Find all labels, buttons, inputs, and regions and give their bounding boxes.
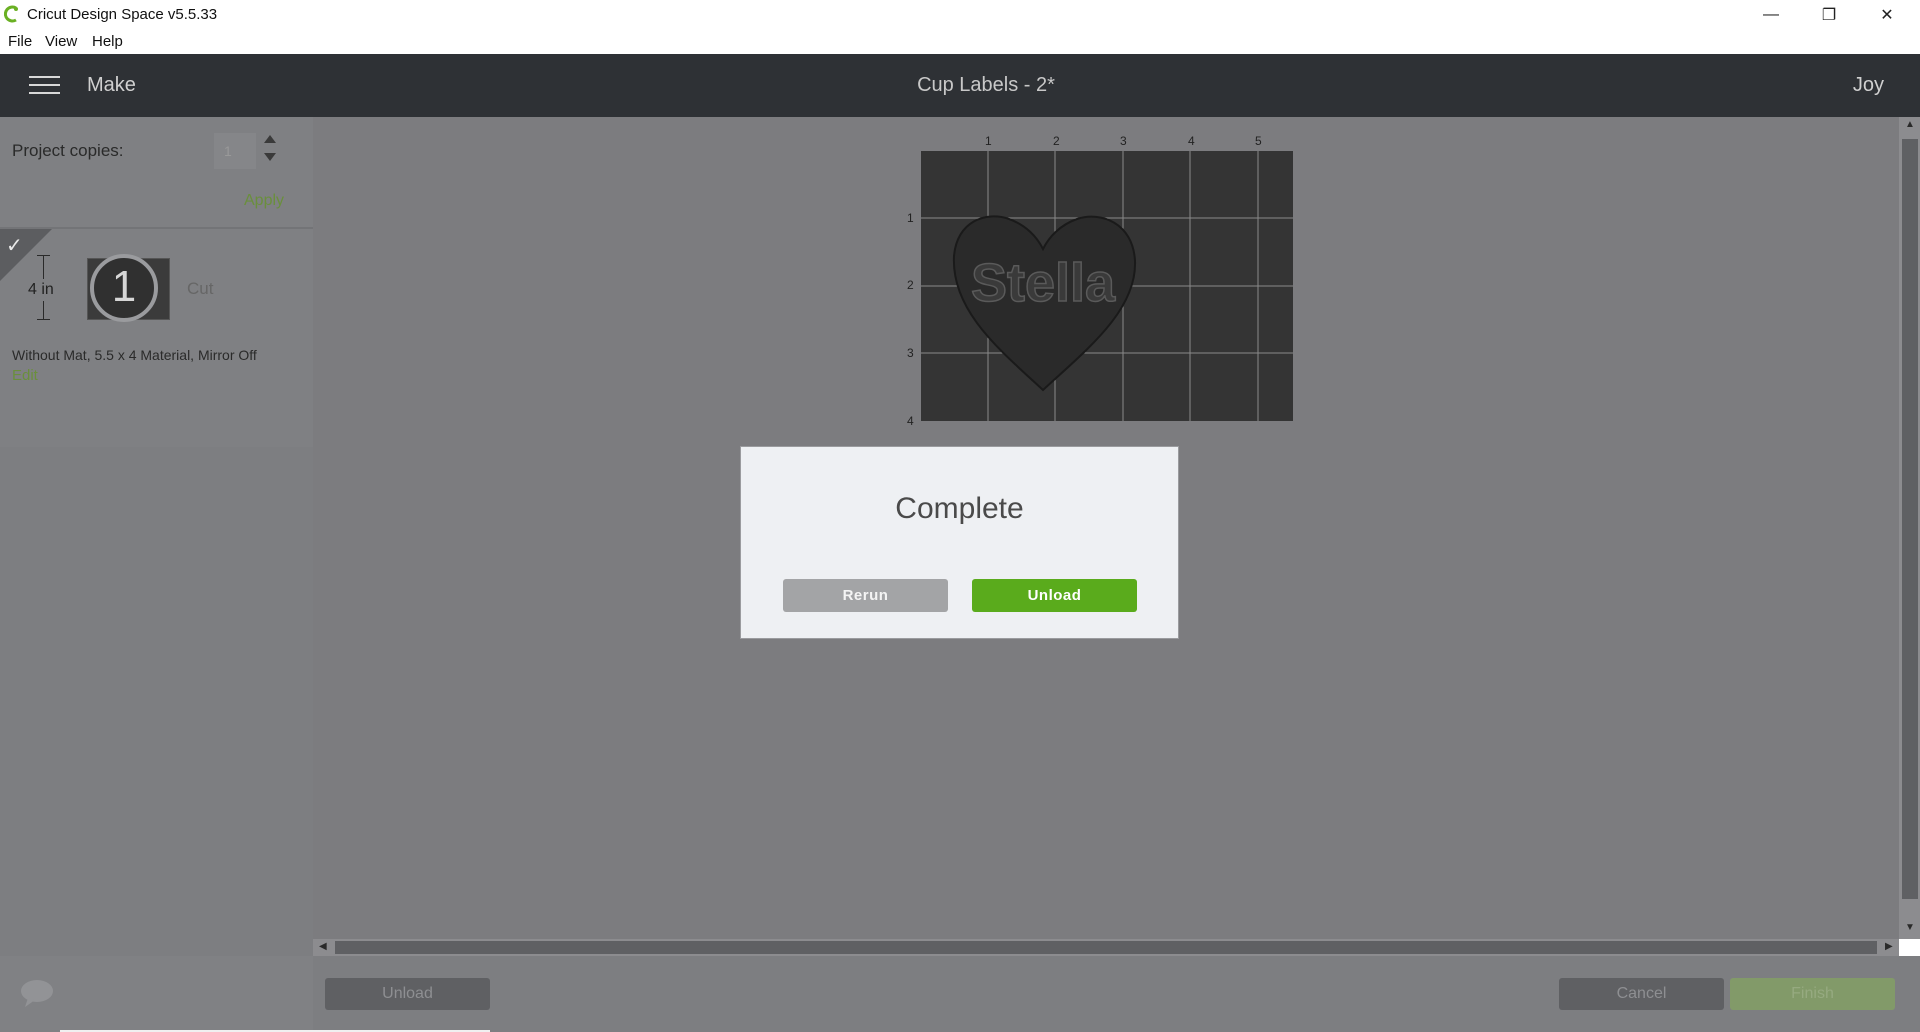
ruler-x-label: 4 [1188, 134, 1195, 148]
menu-help[interactable]: Help [92, 33, 123, 50]
project-copies-section: Project copies: 1 Apply [0, 117, 313, 227]
copies-stepper[interactable] [262, 131, 280, 171]
dialog-title: Complete [895, 492, 1024, 525]
close-button[interactable]: ✕ [1858, 0, 1916, 30]
horizontal-scroll-thumb[interactable] [335, 941, 1877, 954]
finish-button[interactable]: Finish [1730, 978, 1895, 1010]
footer-bar: Unload Cancel Finish [0, 956, 1920, 1032]
scroll-down-icon[interactable]: ▼ [1905, 922, 1915, 933]
ruler-y-label: 2 [907, 278, 914, 292]
ruler-x-label: 2 [1053, 134, 1060, 148]
restore-icon: ❐ [1821, 7, 1837, 24]
mat-settings-info: Without Mat, 5.5 x 4 Material, Mirror Of… [12, 347, 257, 363]
design-text: Stella [971, 253, 1116, 313]
vertical-scroll-thumb[interactable] [1902, 139, 1918, 899]
unload-footer-button[interactable]: Unload [325, 978, 490, 1010]
edit-link[interactable]: Edit [12, 367, 38, 384]
restore-button[interactable]: ❐ [1800, 0, 1858, 30]
title-bar: Cricut Design Space v5.5.33 — ❐ ✕ [0, 0, 1920, 30]
ruler-y-label: 4 [907, 414, 914, 428]
footer-left [0, 956, 313, 1032]
scroll-left-icon[interactable]: ◀ [319, 941, 327, 952]
rerun-button[interactable]: Rerun [783, 579, 948, 612]
mat-status: Cut [187, 279, 214, 298]
mat-list-item[interactable]: ✓ 4 in 1 Cut Without Mat, 5.5 x 4 Materi… [0, 227, 313, 447]
menu-view[interactable]: View [45, 33, 77, 50]
minimize-icon: — [1763, 6, 1779, 23]
stepper-down-icon[interactable] [264, 153, 276, 161]
user-menu[interactable]: Joy [1853, 74, 1884, 97]
minimize-button[interactable]: — [1742, 0, 1800, 30]
ruler-x-label: 1 [985, 134, 992, 148]
app-header: Make Cup Labels - 2* Joy [0, 54, 1920, 117]
ruler-x-label: 3 [1120, 134, 1127, 148]
project-title: Cup Labels - 2* [917, 74, 1055, 96]
stepper-up-icon[interactable] [264, 135, 276, 143]
ruler-y-label: 1 [907, 211, 914, 225]
horizontal-scrollbar[interactable]: ◀ ▶ [313, 939, 1899, 956]
check-icon: ✓ [6, 235, 23, 257]
menu-file[interactable]: File [8, 33, 32, 50]
left-panel: Project copies: 1 Apply ✓ 4 in 1 Cut Wit… [0, 117, 313, 1032]
mat-grid: Stella [921, 151, 1293, 421]
app-title: Cricut Design Space v5.5.33 [27, 6, 218, 23]
mat-number-badge: 1 [90, 254, 158, 322]
ruler-y-label: 3 [907, 346, 914, 360]
cricut-logo-icon [4, 5, 18, 23]
unload-button[interactable]: Unload [972, 579, 1137, 612]
mat-dimension: 4 in [24, 279, 58, 301]
cancel-button[interactable]: Cancel [1559, 978, 1724, 1010]
vertical-scrollbar[interactable]: ▲ ▼ [1899, 117, 1920, 939]
copies-label: Project copies: [12, 141, 124, 160]
apply-link[interactable]: Apply [244, 192, 284, 210]
copies-input[interactable]: 1 [214, 133, 256, 169]
menu-bar: File View Help [0, 30, 1920, 54]
scroll-up-icon[interactable]: ▲ [1905, 119, 1915, 130]
close-icon: ✕ [1880, 7, 1894, 24]
ruler-x-label: 5 [1255, 134, 1262, 148]
scroll-right-icon[interactable]: ▶ [1885, 941, 1893, 952]
complete-dialog: Complete Rerun Unload [741, 447, 1178, 638]
chat-icon[interactable] [20, 978, 54, 1008]
